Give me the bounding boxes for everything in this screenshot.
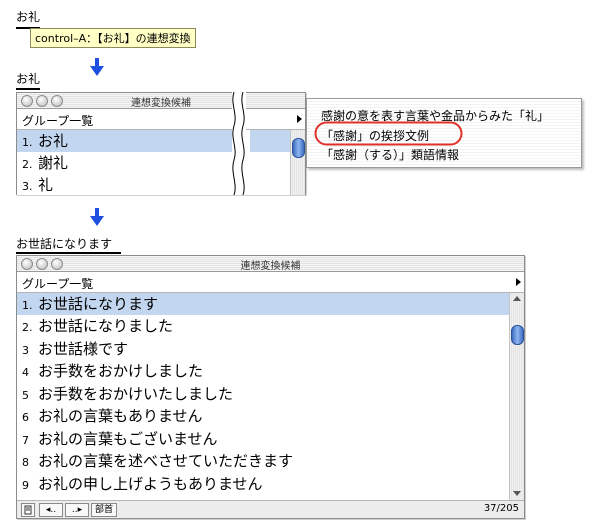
down-arrow-icon (90, 208, 104, 226)
row-text: 謝礼 (38, 154, 69, 172)
row-number: 1. (22, 136, 33, 149)
row-number: 1. (22, 299, 33, 312)
row-text: お世話様です (38, 340, 129, 358)
scroll-thumb[interactable] (511, 325, 524, 345)
triangle-right-icon (297, 115, 302, 123)
candidate-row[interactable]: 8 お礼の言葉を述べさせていただきます (17, 450, 509, 472)
scroll-thumb[interactable] (292, 138, 305, 158)
candidate-window-small: 連想変換候補 グループ一覧 1. お礼 2. 謝礼 3. 礼 (16, 92, 306, 195)
highlight-ring (314, 121, 463, 146)
triangle-right-icon (516, 278, 521, 286)
row-text: お世話になりました (38, 317, 174, 335)
row-text: お手数をおかけいたしました (38, 385, 234, 403)
row-number: 5 (22, 389, 29, 402)
down-arrow-icon (90, 58, 104, 76)
scrollbar[interactable] (509, 293, 524, 500)
row-text: お手数をおかけしました (38, 362, 204, 380)
row-number: 2. (22, 158, 33, 171)
row-text: お礼の言葉もありません (38, 407, 203, 425)
candidate-row[interactable]: 9 お礼の申し上げようもありません (17, 473, 509, 495)
typed-word: お礼 (16, 10, 41, 24)
row-number: 3 (22, 344, 29, 357)
scroll-up-icon[interactable] (513, 296, 521, 301)
candidate-row[interactable]: 2. 謝礼 (17, 152, 232, 174)
candidate-row[interactable]: 3. 礼 (17, 174, 232, 195)
row-number: 4 (22, 366, 29, 379)
window-title: 連想変換候補 (131, 98, 191, 109)
row-text: お礼 (38, 132, 69, 150)
row-text: お礼の言葉もございません (38, 430, 218, 448)
row-number: 8 (22, 456, 29, 469)
row-text: お礼の言葉を述べさせていただきます (38, 452, 294, 470)
candidate-row[interactable]: 1. お世話になります (17, 293, 509, 315)
label-phrase: お世話になります (16, 237, 113, 251)
candidate-row[interactable]: 2. お世話になりました (17, 315, 509, 337)
submenu-item[interactable]: 「感謝（する）」類語情報 (321, 146, 459, 163)
window-title: 連想変換候補 (240, 261, 301, 272)
candidate-count: 37/205 (483, 503, 519, 514)
candidate-row[interactable]: 5 お手数をおかけいたしました (17, 383, 509, 405)
status-bar: ◂.. ..▸ 部首 37/205 (17, 500, 524, 518)
candidate-window-large: 連想変換候補 グループ一覧 1. お世話になります 2. お世話になりました 3… (16, 255, 525, 519)
row-text: 礼 (38, 176, 54, 194)
scroll-down-icon[interactable] (513, 491, 521, 496)
candidate-row[interactable]: 7 お礼の言葉もございません (17, 428, 509, 450)
group-list-label: グループ一覧 (22, 114, 94, 128)
candidate-row[interactable]: 6 お礼の言葉もありません (17, 405, 509, 427)
candidate-row[interactable]: 4 お手数をおかけしました (17, 360, 509, 382)
previous-page-button[interactable]: ◂.. (39, 503, 63, 517)
shortcut-tooltip: control–A：【お礼】の連想変換 (30, 28, 196, 48)
row-number: 2. (22, 321, 33, 334)
document-icon[interactable] (21, 503, 35, 517)
row-number: 3. (22, 180, 33, 193)
row-number: 6 (22, 411, 29, 424)
row-text: お世話になります (38, 295, 159, 313)
title-bar[interactable]: 連想変換候補 (17, 256, 524, 272)
row-number: 7 (22, 434, 29, 447)
label-phrase-underline (16, 252, 121, 254)
candidate-row[interactable]: 1. お礼 (17, 130, 232, 152)
selection-continuation (250, 130, 290, 152)
label-word-underline (16, 88, 40, 90)
label-word: お礼 (16, 72, 41, 86)
row-text: お礼の申し上げようもありません (38, 475, 263, 493)
group-list-bar[interactable]: グループ一覧 (17, 109, 305, 130)
candidate-row[interactable]: 3 お世話様です (17, 338, 509, 360)
scrollbar[interactable] (290, 130, 305, 195)
cut-break-mark (232, 92, 246, 195)
group-list-bar[interactable]: グループ一覧 (17, 272, 524, 293)
row-number: 9 (22, 479, 29, 492)
title-bar[interactable]: 連想変換候補 (17, 93, 305, 109)
radical-button[interactable]: 部首 (91, 503, 117, 517)
group-list-label: グループ一覧 (22, 277, 94, 291)
next-page-button[interactable]: ..▸ (65, 503, 89, 517)
